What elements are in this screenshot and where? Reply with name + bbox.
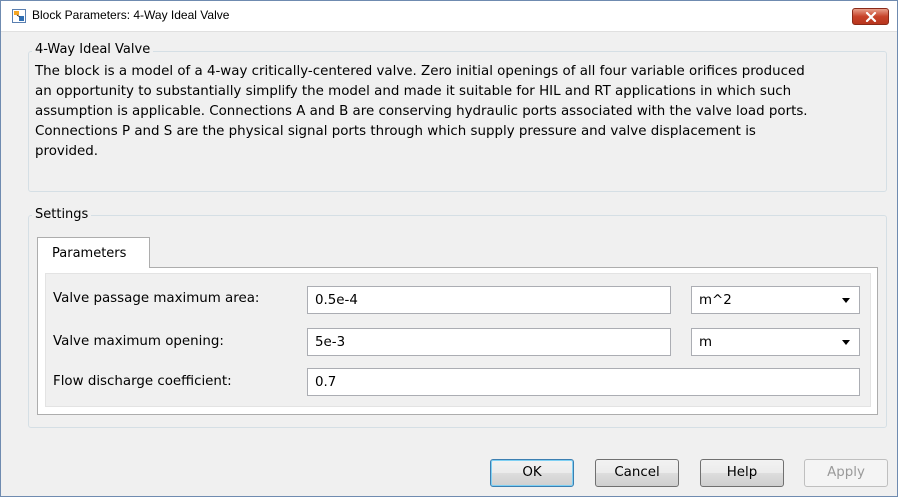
chevron-down-icon [842, 340, 850, 345]
tab-parameters[interactable]: Parameters [37, 237, 150, 268]
settings-label: Settings [32, 207, 92, 222]
flow-discharge-coefficient-input[interactable]: 0.7 [307, 368, 860, 396]
block-parameters-dialog: Block Parameters: 4-Way Ideal Valve 4-Wa… [0, 0, 898, 497]
tab-parameters-label: Parameters [52, 246, 127, 261]
unit-value: m^2 [699, 293, 732, 308]
simulink-block-icon [12, 9, 26, 23]
param-label-valve-passage-max-area: Valve passage maximum area: [53, 291, 260, 306]
param-label-flow-discharge-coefficient: Flow discharge coefficient: [53, 374, 232, 389]
valve-max-opening-input[interactable]: 5e-3 [307, 328, 671, 356]
unit-value: m [699, 335, 713, 350]
title-bar[interactable]: Block Parameters: 4-Way Ideal Valve [1, 1, 897, 32]
apply-button[interactable]: Apply [804, 459, 888, 487]
cancel-button[interactable]: Cancel [595, 459, 679, 487]
valve-max-opening-unit-select[interactable]: m [691, 328, 860, 356]
ok-button[interactable]: OK [490, 459, 574, 487]
chevron-down-icon [842, 298, 850, 303]
close-icon [865, 12, 877, 22]
param-label-valve-max-opening: Valve maximum opening: [53, 334, 224, 349]
block-group-label: 4-Way Ideal Valve [32, 42, 154, 57]
valve-passage-max-area-input[interactable]: 0.5e-4 [307, 286, 671, 314]
help-button[interactable]: Help [700, 459, 784, 487]
block-description: The block is a model of a 4-way critical… [35, 64, 808, 159]
valve-passage-max-area-unit-select[interactable]: m^2 [691, 286, 860, 314]
window-title: Block Parameters: 4-Way Ideal Valve [32, 8, 230, 22]
close-button[interactable] [852, 8, 889, 25]
